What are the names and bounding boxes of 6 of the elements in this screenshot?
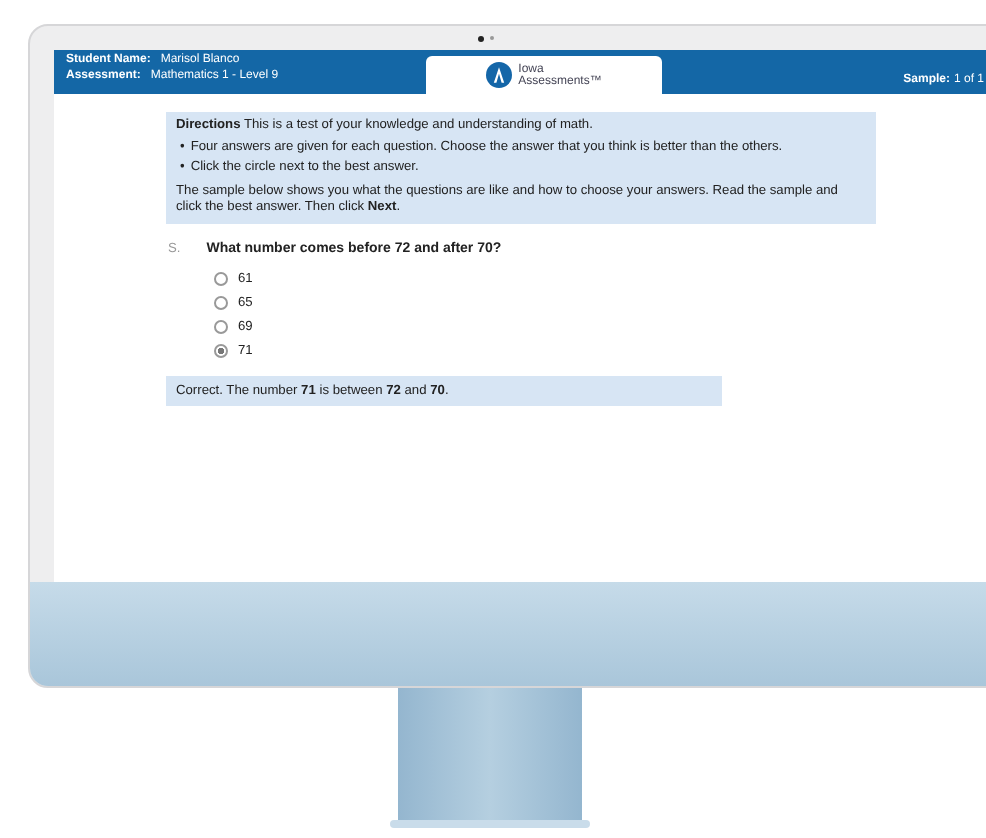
logo-icon [486, 62, 513, 88]
radio-button[interactable] [214, 295, 228, 309]
radio-button[interactable] [214, 271, 228, 285]
radio-button[interactable] [214, 343, 228, 357]
radio-button[interactable] [214, 319, 228, 333]
camera-icon [477, 35, 483, 41]
